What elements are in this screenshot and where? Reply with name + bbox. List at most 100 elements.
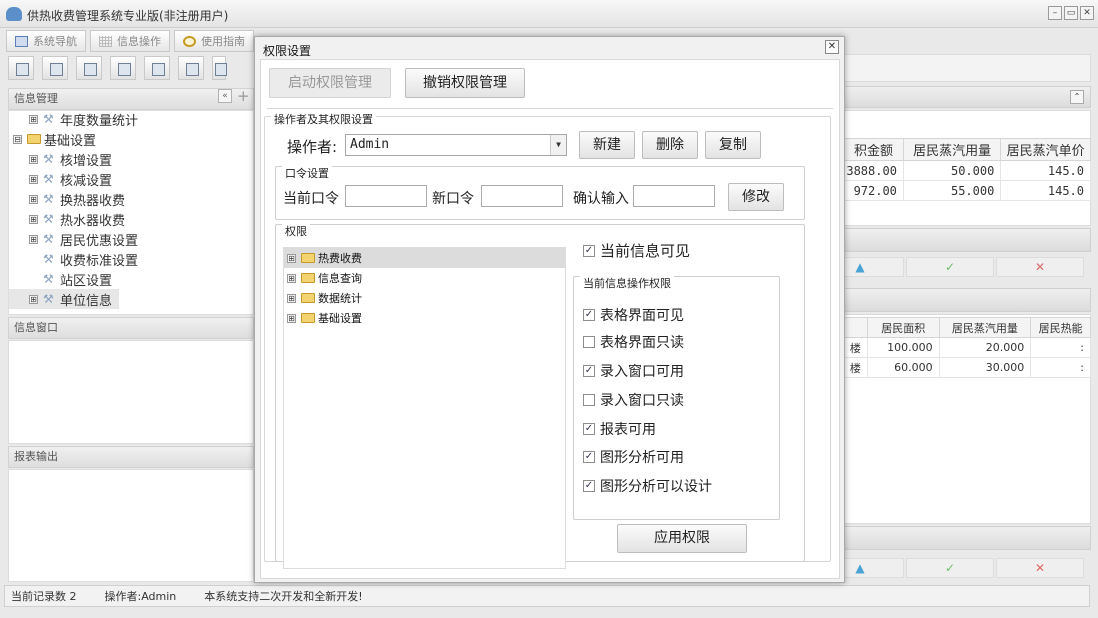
column-header[interactable]: 居民蒸汽用量 (902, 138, 1002, 161)
tree-item-basic-settings[interactable]: ⊟ 基础设置 (9, 129, 253, 149)
tree-item-yearly-stats[interactable]: ⊞ ⚒ 年度数量统计 (9, 111, 253, 129)
column-header[interactable]: 积金额 (843, 138, 904, 161)
tree-item-resident-discount[interactable]: ⊞ ⚒ 居民优惠设置 (9, 229, 253, 249)
window-icon[interactable] (144, 56, 170, 80)
collapse-icon[interactable]: ⌃ (1070, 90, 1084, 104)
table-cell[interactable]: : (1030, 357, 1091, 378)
new-password-input[interactable] (481, 185, 563, 207)
table-cell[interactable]: 3888.00 (843, 160, 904, 181)
op-checkbox-table-visible[interactable]: ✓ 表格界面可见 (583, 305, 684, 325)
users-icon[interactable] (110, 56, 136, 80)
add-icon[interactable]: + (237, 89, 250, 104)
checkbox-unchecked[interactable] (583, 336, 595, 348)
checkbox-unchecked[interactable] (583, 394, 595, 406)
chevron-down-icon[interactable]: ▼ (550, 135, 566, 155)
table-cell[interactable]: 30.000 (938, 357, 1032, 378)
document-icon[interactable] (76, 56, 102, 80)
enable-permission-button[interactable]: 启动权限管理 (269, 68, 391, 98)
perm-tree-item-data-stats[interactable]: ⊞ 数据统计 (284, 288, 565, 308)
op-checkbox-entry-enabled[interactable]: ✓ 录入窗口可用 (583, 361, 684, 381)
table-cell[interactable]: 60.000 (866, 357, 940, 378)
search-icon[interactable] (8, 56, 34, 80)
table-cell[interactable]: 50.000 (902, 160, 1002, 181)
tree-item-increase-settings[interactable]: ⊞ ⚒ 核增设置 (9, 149, 253, 169)
confirm-button[interactable]: ✓ (906, 257, 994, 277)
op-checkbox-table-readonly[interactable]: 表格界面只读 (583, 332, 684, 352)
print-icon[interactable] (212, 56, 227, 80)
checkbox-checked[interactable]: ✓ (583, 451, 595, 463)
tree-item-fee-standard[interactable]: ⚒ 收费标准设置 (9, 249, 253, 269)
apply-permission-button[interactable]: 应用权限 (617, 524, 747, 553)
tab-info-operation[interactable]: 信息操作 (90, 30, 170, 52)
dialog-close-button[interactable]: ✕ (825, 40, 839, 54)
revoke-permission-button[interactable]: 撤销权限管理 (405, 68, 525, 98)
perm-tree-item-info-query[interactable]: ⊞ 信息查询 (284, 268, 565, 288)
copy-operator-button[interactable]: 复制 (705, 131, 761, 159)
current-password-input[interactable] (345, 185, 427, 207)
expand-icon[interactable]: ⊞ (287, 293, 296, 303)
expand-icon[interactable]: ⊞ (287, 273, 296, 283)
list-icon[interactable] (42, 56, 68, 80)
table-row[interactable]: 楼 100.000 20.000 : (843, 337, 1091, 358)
expand-icon[interactable]: ⊞ (287, 313, 296, 323)
table-cell[interactable]: 20.000 (938, 337, 1032, 358)
table-cell[interactable]: 972.00 (843, 180, 904, 201)
op-checkbox-graph-design[interactable]: ✓ 图形分析可以设计 (583, 476, 712, 496)
column-header[interactable] (843, 317, 868, 338)
expand-icon[interactable]: ⊞ (29, 214, 38, 224)
tree-item-exchanger-fee[interactable]: ⊞ ⚒ 换热器收费 (9, 189, 253, 209)
tree-item-unit-info[interactable]: ⊞ ⚒ 单位信息 (9, 289, 119, 309)
collapse-panel-button[interactable]: « (218, 89, 232, 103)
expand-icon[interactable]: ⊞ (29, 154, 38, 164)
minimize-button[interactable]: – (1048, 6, 1062, 20)
checkbox-checked[interactable]: ✓ (583, 244, 595, 257)
close-window-button[interactable]: ✕ (1080, 6, 1094, 20)
table-row[interactable]: 972.00 55.000 145.0 (843, 180, 1091, 201)
perm-tree-item-heating-fee[interactable]: ⊞ 热费收费 (284, 248, 565, 268)
table-cell[interactable]: 100.000 (866, 337, 940, 358)
op-checkbox-report-enabled[interactable]: ✓ 报表可用 (583, 419, 656, 439)
tab-system-nav[interactable]: 系统导航 (6, 30, 86, 52)
checkbox-checked[interactable]: ✓ (583, 480, 595, 492)
tree-item-station-settings[interactable]: ⚒ 站区设置 (9, 269, 253, 289)
column-header[interactable]: 居民面积 (866, 317, 940, 338)
tree-item-decrease-settings[interactable]: ⊞ ⚒ 核减设置 (9, 169, 253, 189)
table-cell[interactable]: : (1030, 337, 1091, 358)
tab-user-guide[interactable]: 使用指南 (174, 30, 254, 52)
confirm-button[interactable]: ✓ (906, 558, 994, 578)
table-cell[interactable]: 145.0 (1000, 160, 1091, 181)
checkbox-checked[interactable]: ✓ (583, 423, 595, 435)
expand-icon[interactable]: ⊞ (29, 114, 38, 124)
confirm-password-input[interactable] (633, 185, 715, 207)
collapse-icon[interactable]: ⊟ (13, 134, 22, 144)
table-cell[interactable]: 55.000 (902, 180, 1002, 201)
table-cell[interactable]: 楼 (843, 357, 868, 378)
table-row[interactable]: 3888.00 50.000 145.0 (843, 160, 1091, 181)
table-row[interactable]: 楼 60.000 30.000 : (843, 357, 1091, 378)
expand-icon[interactable]: ⊞ (29, 194, 38, 204)
column-header[interactable]: 居民蒸汽单价 (1000, 138, 1091, 161)
operator-select[interactable]: Admin ▼ (345, 134, 567, 156)
cancel-button[interactable]: ✕ (996, 558, 1084, 578)
tree-item-water-heater-fee[interactable]: ⊞ ⚒ 热水器收费 (9, 209, 253, 229)
edit-icon[interactable] (178, 56, 204, 80)
column-header[interactable]: 居民热能 (1030, 317, 1091, 338)
restore-button[interactable]: ▭ (1064, 6, 1078, 20)
table-cell[interactable]: 楼 (843, 337, 868, 358)
checkbox-checked[interactable]: ✓ (583, 309, 595, 321)
op-checkbox-entry-readonly[interactable]: 录入窗口只读 (583, 390, 684, 410)
column-header[interactable]: 居民蒸汽用量 (938, 317, 1032, 338)
expand-icon[interactable]: ⊞ (29, 174, 38, 184)
perm-tree-item-basic-settings[interactable]: ⊞ 基础设置 (284, 308, 565, 328)
cancel-button[interactable]: ✕ (996, 257, 1084, 277)
expand-icon[interactable]: ⊞ (287, 253, 296, 263)
expand-icon[interactable]: ⊞ (29, 294, 38, 304)
table-cell[interactable]: 145.0 (1000, 180, 1091, 201)
new-operator-button[interactable]: 新建 (579, 131, 635, 159)
op-checkbox-graph-enabled[interactable]: ✓ 图形分析可用 (583, 447, 684, 467)
expand-icon[interactable]: ⊞ (29, 234, 38, 244)
visible-checkbox[interactable]: ✓ 当前信息可见 (583, 240, 690, 261)
modify-password-button[interactable]: 修改 (728, 183, 784, 211)
checkbox-checked[interactable]: ✓ (583, 365, 595, 377)
delete-operator-button[interactable]: 删除 (642, 131, 698, 159)
